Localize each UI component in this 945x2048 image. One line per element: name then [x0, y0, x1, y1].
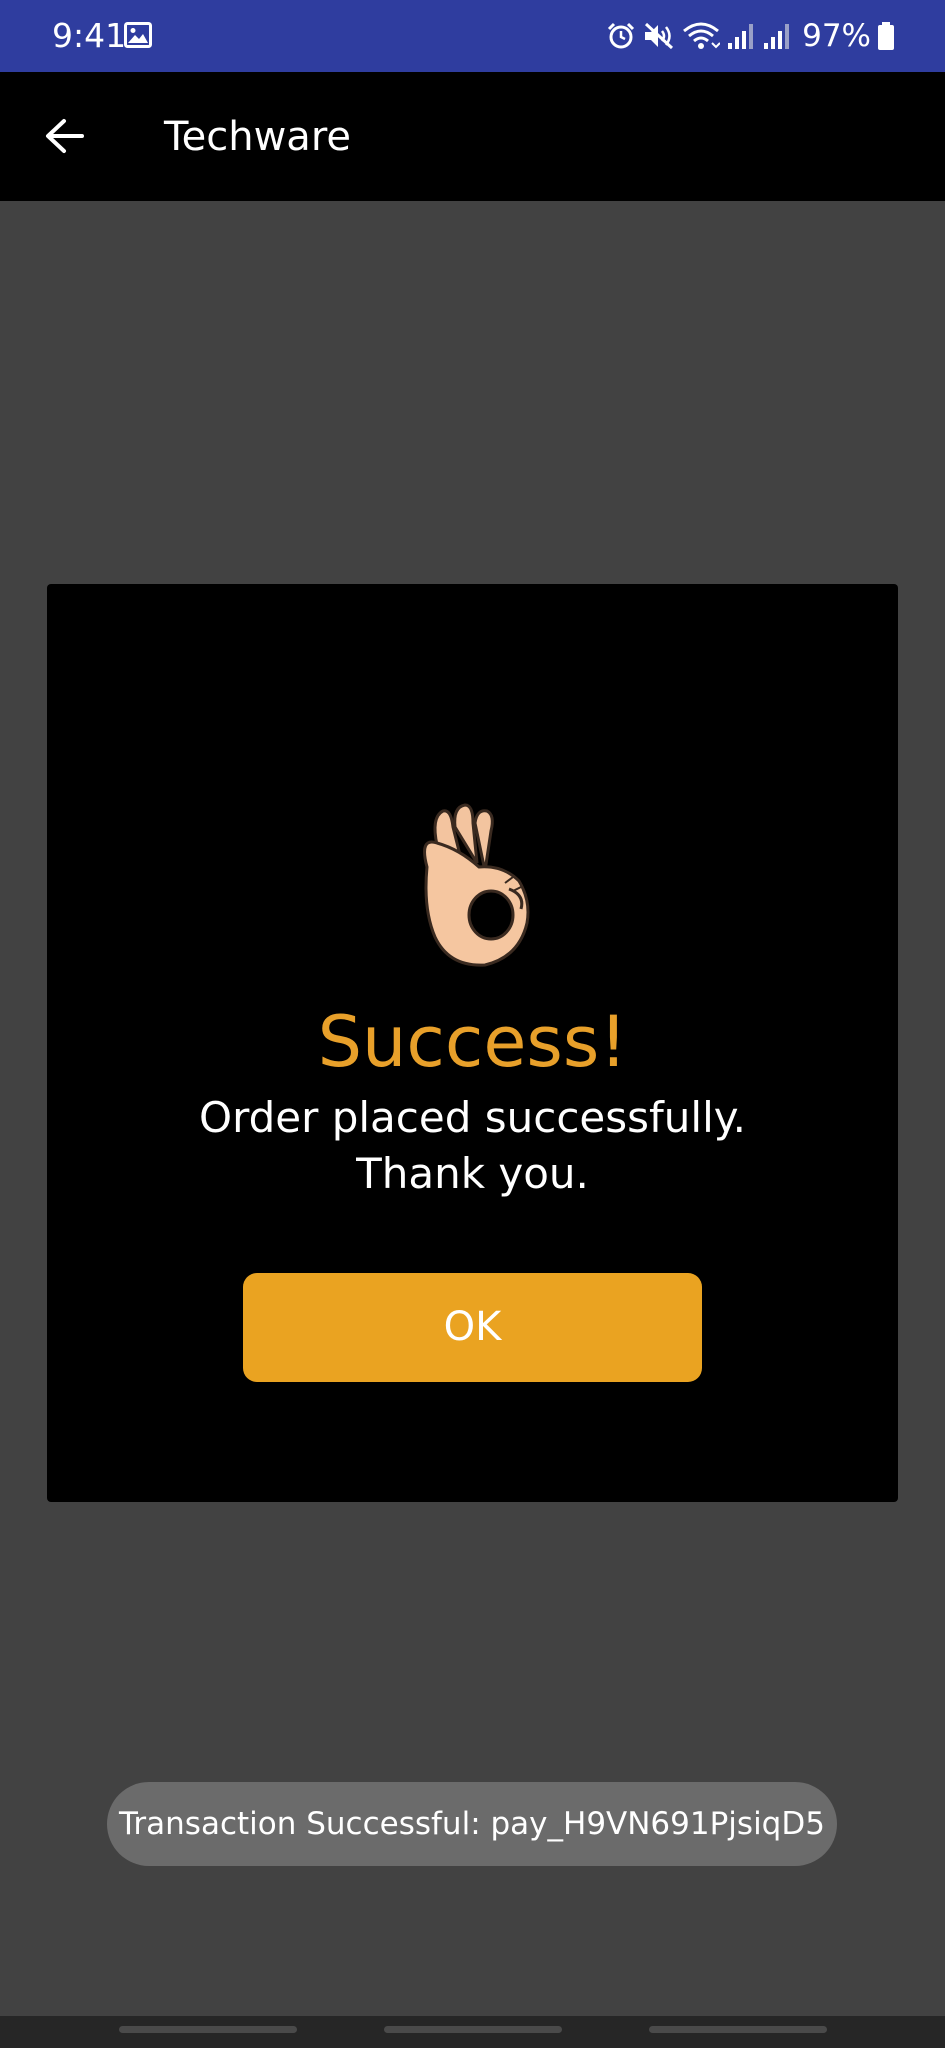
status-bar: 9:41 97% — [0, 0, 945, 72]
arrow-left-icon — [46, 119, 84, 153]
app-bar: Techware — [0, 72, 945, 201]
success-dialog: Success! Order placed successfully. Than… — [47, 584, 898, 1502]
ok-button[interactable]: OK — [243, 1273, 702, 1382]
wifi-icon — [683, 22, 721, 49]
signal-icon-2 — [764, 24, 790, 49]
transaction-toast: Transaction Successful: pay_H9VN691Pjsiq… — [107, 1782, 837, 1866]
app-title: Techware — [164, 114, 351, 160]
alarm-icon — [608, 22, 635, 49]
mute-icon — [645, 22, 674, 50]
dialog-message-line: Order placed successfully. — [199, 1093, 746, 1142]
dialog-message: Order placed successfully. Thank you. — [47, 1090, 898, 1202]
gallery-icon — [124, 22, 152, 48]
status-icons: 97% — [606, 16, 895, 56]
nav-back[interactable] — [649, 2026, 827, 2033]
navigation-bar — [0, 2016, 945, 2048]
nav-recent-apps[interactable] — [119, 2026, 297, 2033]
ok-hand-icon — [423, 803, 530, 967]
battery-icon — [878, 22, 894, 50]
back-button[interactable] — [36, 104, 92, 168]
status-time: 9:41 — [52, 16, 127, 55]
dialog-title: Success! — [317, 1001, 628, 1083]
nav-home[interactable] — [384, 2026, 562, 2033]
dialog-message-line: Thank you. — [356, 1149, 589, 1198]
signal-icon — [728, 24, 754, 49]
battery-percentage: 97% — [802, 18, 871, 54]
